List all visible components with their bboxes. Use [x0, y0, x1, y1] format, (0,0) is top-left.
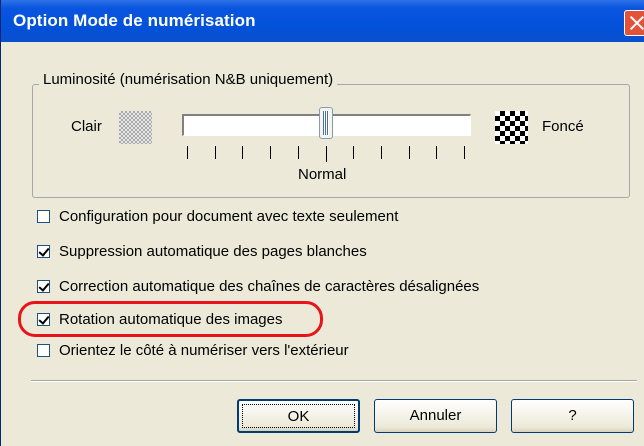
slider-tick — [353, 146, 355, 159]
highlight-ellipse — [18, 301, 323, 337]
option-label: Orientez le côté à numériser vers l'exté… — [59, 342, 349, 359]
slider-tick — [297, 146, 299, 159]
light-pattern-icon — [119, 111, 152, 144]
ok-button[interactable]: OK — [237, 399, 360, 433]
dark-pattern-icon — [495, 111, 528, 144]
slider-tick — [325, 146, 327, 162]
slider-tick — [214, 146, 216, 159]
slider-tick — [270, 146, 272, 159]
checkbox[interactable] — [37, 210, 50, 223]
checkbox[interactable] — [37, 344, 50, 357]
title-bar[interactable]: Option Mode de numérisation — [1, 0, 644, 42]
window-title: Option Mode de numérisation — [13, 11, 256, 30]
cancel-button[interactable]: Annuler — [374, 399, 497, 433]
slider-tick — [436, 146, 438, 159]
slider-tick — [242, 146, 244, 159]
normal-label: Normal — [298, 166, 347, 183]
close-icon[interactable] — [624, 10, 644, 36]
brightness-slider-thumb[interactable] — [318, 107, 333, 139]
checkbox[interactable] — [37, 280, 50, 293]
slider-tick — [380, 146, 382, 159]
brightness-group-label: Luminosité (numérisation N&B uniquement) — [39, 71, 338, 88]
option-label: Configuration pour document avec texte s… — [59, 208, 399, 225]
help-button[interactable]: ? — [511, 399, 634, 433]
light-label: Clair — [71, 118, 102, 135]
separator — [31, 380, 637, 382]
dark-label: Foncé — [542, 118, 584, 135]
option-label: Correction automatique des chaînes de ca… — [59, 278, 480, 295]
slider-tick — [187, 146, 188, 159]
dialog-window: Option Mode de numérisation Luminosité (… — [0, 0, 644, 446]
checkbox[interactable] — [37, 245, 50, 258]
help-button-label: ? — [568, 407, 577, 424]
cancel-button-label: Annuler — [409, 407, 462, 424]
slider-tick — [464, 146, 465, 159]
focus-rect — [242, 404, 355, 428]
slider-tick — [408, 146, 410, 159]
option-label: Suppression automatique des pages blanch… — [59, 243, 367, 260]
